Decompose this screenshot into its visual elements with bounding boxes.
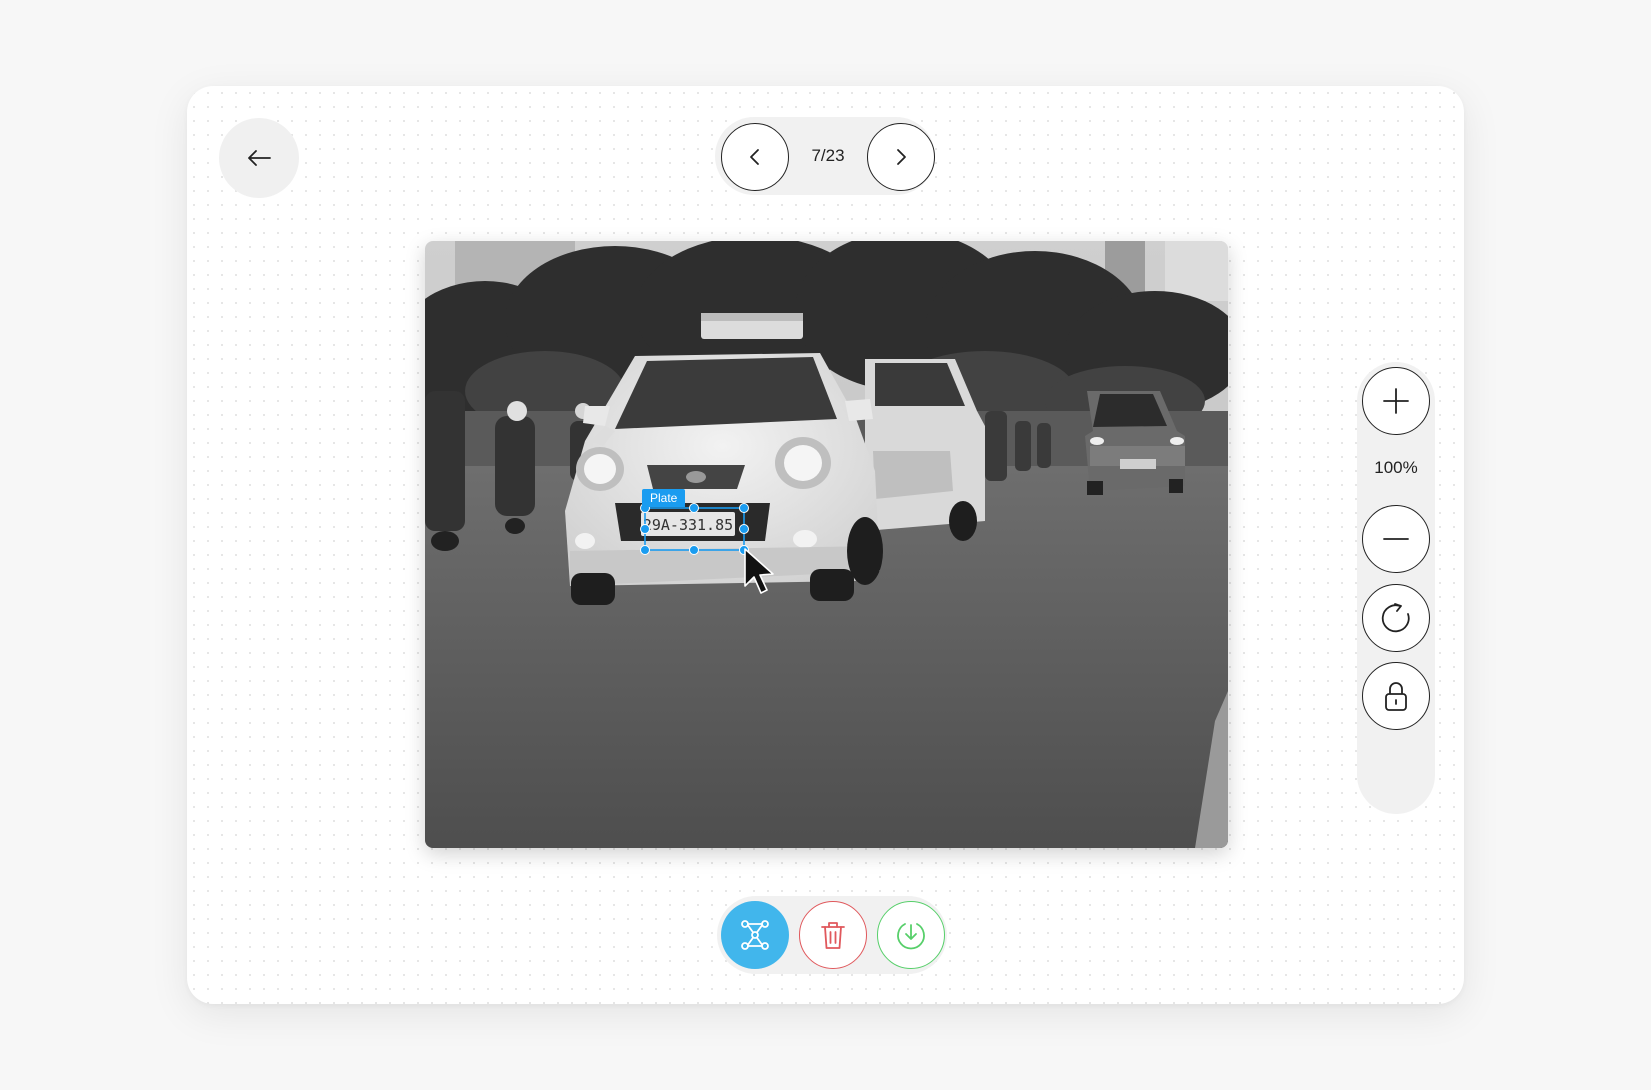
arrow-left-icon (248, 150, 271, 166)
rotate-icon (1381, 603, 1410, 633)
zoom-out-button[interactable] (1362, 505, 1430, 573)
minus-icon (1383, 538, 1409, 540)
back-button[interactable] (219, 118, 299, 198)
lock-icon (1385, 682, 1407, 711)
image-canvas[interactable]: 29A-331.85 Plate (425, 241, 1228, 848)
polygon-nodes-icon (741, 920, 769, 950)
action-toolbar (717, 896, 947, 974)
rotate-button[interactable] (1362, 584, 1430, 652)
zoom-toolbar: 100% (1357, 362, 1435, 814)
plate-text: 29A-331.85 (643, 516, 733, 534)
delete-button[interactable] (799, 901, 867, 969)
annotate-button[interactable] (721, 901, 789, 969)
lock-button[interactable] (1362, 662, 1430, 730)
zoom-level: 100% (1374, 458, 1418, 477)
plus-icon (1383, 388, 1409, 414)
prev-image-button[interactable] (721, 123, 789, 191)
download-button[interactable] (877, 901, 945, 969)
street-photo: 29A-331.85 (425, 241, 1228, 848)
chevron-right-icon (897, 149, 906, 165)
annotation-label: Plate (642, 489, 686, 507)
next-image-button[interactable] (867, 123, 935, 191)
trash-icon (821, 922, 845, 949)
image-viewer-card: 7/23 29A-331.85 Plate 100% (187, 86, 1464, 1004)
download-icon (897, 923, 925, 950)
page-counter: 7/23 (811, 146, 845, 165)
chevron-left-icon (750, 149, 759, 165)
zoom-in-button[interactable] (1362, 367, 1430, 435)
pager: 7/23 (715, 117, 935, 195)
